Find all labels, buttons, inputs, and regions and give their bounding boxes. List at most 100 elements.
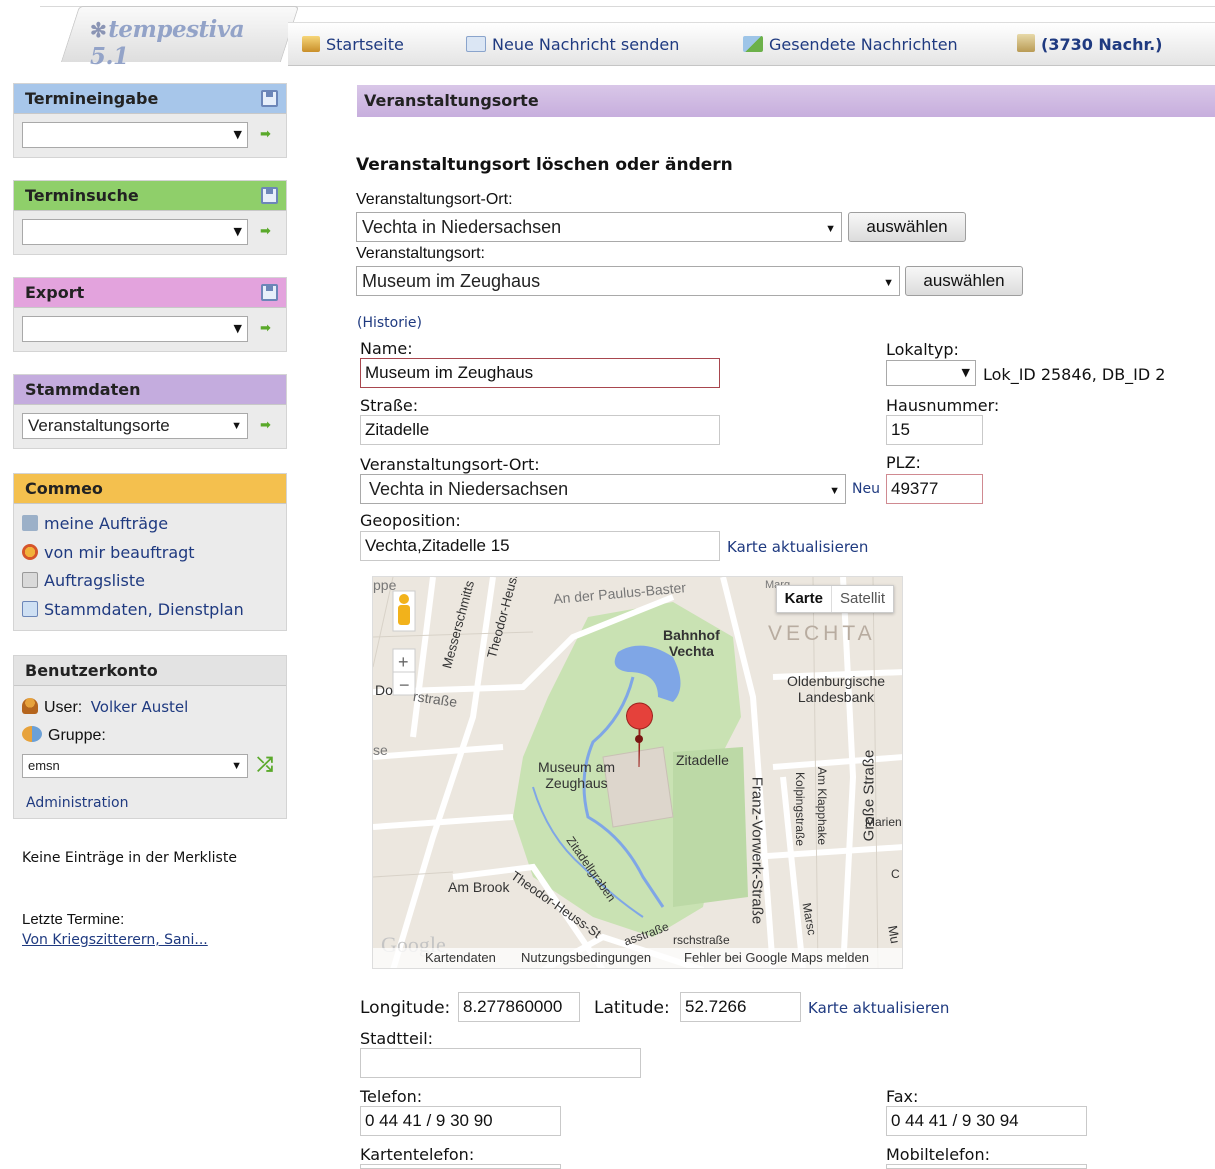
latitude-label: Latitude: [594, 998, 670, 1018]
nav-new-message-label: Neue Nachricht senden [492, 35, 680, 54]
commeo-panel: Commeo meine Aufträge von mir beauftragt… [13, 473, 287, 631]
map-label-c: C [891, 867, 900, 881]
latitude-input[interactable]: 52.7266 [680, 992, 801, 1022]
chevron-down-icon: ▼ [233, 322, 242, 335]
name-label: Name: [360, 339, 413, 358]
account-user-row: User: Volker Austel [22, 695, 188, 719]
map-label-marien: Marien [865, 815, 902, 829]
go-arrow-icon[interactable]: ➡ [260, 127, 271, 142]
document-list-icon [22, 572, 38, 588]
export-select[interactable]: ▼ [22, 316, 248, 342]
google-map[interactable]: + − An der Paulus-Baster ppe Marg VECHTA… [372, 576, 903, 969]
fax-input[interactable]: 0 44 41 / 9 30 94 [886, 1106, 1087, 1136]
place-select[interactable]: Museum im Zeughaus ▼ [356, 266, 900, 296]
main-nav: Startseite Neue Nachricht senden Gesende… [288, 22, 1215, 66]
termineingabe-panel: Termineingabe ▼ ➡ [13, 83, 287, 158]
commeo-item-master-data[interactable]: Stammdaten, Dienstplan [22, 598, 244, 622]
app-logo[interactable]: ✻tempestiva 5.1 [90, 16, 290, 70]
map-data-link[interactable]: Kartendaten [425, 948, 496, 968]
chevron-down-icon: ▼ [231, 420, 242, 432]
termineingabe-select[interactable]: ▼ [22, 122, 248, 148]
nav-home-label: Startseite [326, 35, 404, 54]
mobile-input[interactable] [886, 1164, 1087, 1169]
housenumber-input[interactable]: 15 [886, 415, 983, 445]
switch-group-icon[interactable]: ⤮ [257, 752, 273, 776]
update-map-link-2[interactable]: Karte aktualisieren [808, 999, 949, 1017]
commeo-item-label: Auftragsliste [44, 571, 145, 590]
lokaltyp-select[interactable]: ▼ [886, 360, 976, 386]
map-report-error-link[interactable]: Fehler bei Google Maps melden [684, 948, 869, 968]
select-place-city-button[interactable]: auswählen [848, 212, 966, 242]
section-title: Veranstaltungsort löschen oder ändern [356, 155, 733, 175]
place-label: Veranstaltungsort: [356, 245, 485, 262]
place-city-select[interactable]: Vechta in Niedersachsen ▼ [356, 212, 842, 242]
map-type-satellite-button[interactable]: Satellit [830, 586, 893, 612]
history-link[interactable]: (Historie) [357, 315, 422, 331]
administration-link[interactable]: Administration [26, 795, 128, 811]
chevron-down-icon: ▼ [233, 128, 242, 141]
go-arrow-icon[interactable]: ➡ [260, 321, 271, 336]
export-panel: Export ▼ ➡ [13, 277, 287, 352]
account-user-name[interactable]: Volker Austel [91, 698, 189, 716]
place-select-value: Museum im Zeughaus [362, 271, 541, 291]
last-appointment-link[interactable]: Von Kriegszitterern, Sani... [22, 932, 208, 948]
city-select-value: Vechta in Niedersachsen [369, 479, 569, 499]
map-label-ambrook: Am Brook [448, 879, 510, 895]
district-label: Stadtteil: [360, 1029, 434, 1048]
street-input[interactable]: Zitadelle [360, 415, 720, 445]
last-appointments-label: Letzte Termine: [22, 911, 125, 928]
map-type-map-button[interactable]: Karte [777, 586, 831, 612]
nav-new-message[interactable]: Neue Nachricht senden [466, 23, 679, 67]
termineingabe-title-text: Termineingabe [25, 89, 159, 108]
name-input[interactable]: Museum im Zeughaus [360, 358, 720, 388]
termineingabe-title: Termineingabe [14, 84, 286, 114]
merkliste-empty: Keine Einträge in der Merkliste [22, 850, 237, 866]
longitude-input[interactable]: 8.277860000 [458, 992, 580, 1022]
terminsuche-select[interactable]: ▼ [22, 219, 248, 245]
map-label-vechta: VECHTA [768, 622, 876, 645]
terminsuche-panel: Terminsuche ▼ ➡ [13, 180, 287, 255]
nav-messages[interactable]: (3730 Nachr.) [1017, 23, 1162, 67]
geoposition-input[interactable]: Vechta,Zitadelle 15 [360, 531, 720, 561]
go-arrow-icon[interactable]: ➡ [260, 418, 271, 433]
nav-home[interactable]: Startseite [302, 23, 404, 67]
medal-icon [22, 544, 38, 560]
save-icon[interactable] [261, 187, 278, 204]
sent-mail-icon [743, 36, 763, 52]
app-logo-text: tempestiva 5.1 [90, 16, 245, 70]
new-city-link[interactable]: Neu [852, 481, 880, 497]
clipboard-user-icon [1017, 34, 1035, 52]
group-select[interactable]: emsn ▼ [22, 754, 248, 778]
select-place-button[interactable]: auswählen [905, 266, 1023, 296]
account-user-label: User: [44, 699, 83, 716]
city-select[interactable]: Vechta in Niedersachsen ▼ [360, 474, 846, 504]
chevron-down-icon: ▼ [231, 760, 242, 772]
map-label-franz: Franz-Vorwerk-Straße [748, 776, 766, 925]
plz-input[interactable]: 49377 [886, 474, 983, 504]
commeo-item-my-orders[interactable]: meine Aufträge [22, 512, 168, 536]
stammdaten-title: Stammdaten [14, 375, 286, 405]
map-label-klapphake: Am Klapphake [815, 766, 830, 846]
update-map-link[interactable]: Karte aktualisieren [727, 538, 868, 556]
map-terms-link[interactable]: Nutzungsbedingungen [521, 948, 651, 968]
account-group-row: Gruppe: [22, 724, 106, 748]
save-icon[interactable] [261, 90, 278, 107]
chevron-down-icon: ▼ [961, 366, 970, 379]
place-city-label: Veranstaltungsort-Ort: [356, 191, 513, 208]
map-label-pp: ppe [373, 577, 397, 593]
logo-star-icon: ✻ [90, 18, 107, 42]
commeo-item-order-list[interactable]: Auftragsliste [22, 569, 145, 593]
save-icon[interactable] [261, 284, 278, 301]
card-phone-input[interactable] [360, 1164, 561, 1169]
commeo-item-assigned-by-me[interactable]: von mir beauftragt [22, 541, 195, 565]
district-input[interactable] [360, 1048, 641, 1078]
terminsuche-title: Terminsuche [14, 181, 286, 211]
nav-sent-messages[interactable]: Gesendete Nachrichten [743, 23, 958, 67]
chevron-down-icon: ▼ [883, 277, 894, 289]
lok-id-info: Lok_ID 25846, DB_ID 2 [983, 365, 1166, 384]
go-arrow-icon[interactable]: ➡ [260, 224, 271, 239]
stammdaten-select[interactable]: Veranstaltungsorte ▼ [22, 413, 248, 439]
map-label-landesbank: Oldenburgische Landesbank [787, 673, 886, 705]
lokaltyp-label: Lokaltyp: [886, 340, 959, 359]
phone-input[interactable]: 0 44 41 / 9 30 90 [360, 1106, 561, 1136]
